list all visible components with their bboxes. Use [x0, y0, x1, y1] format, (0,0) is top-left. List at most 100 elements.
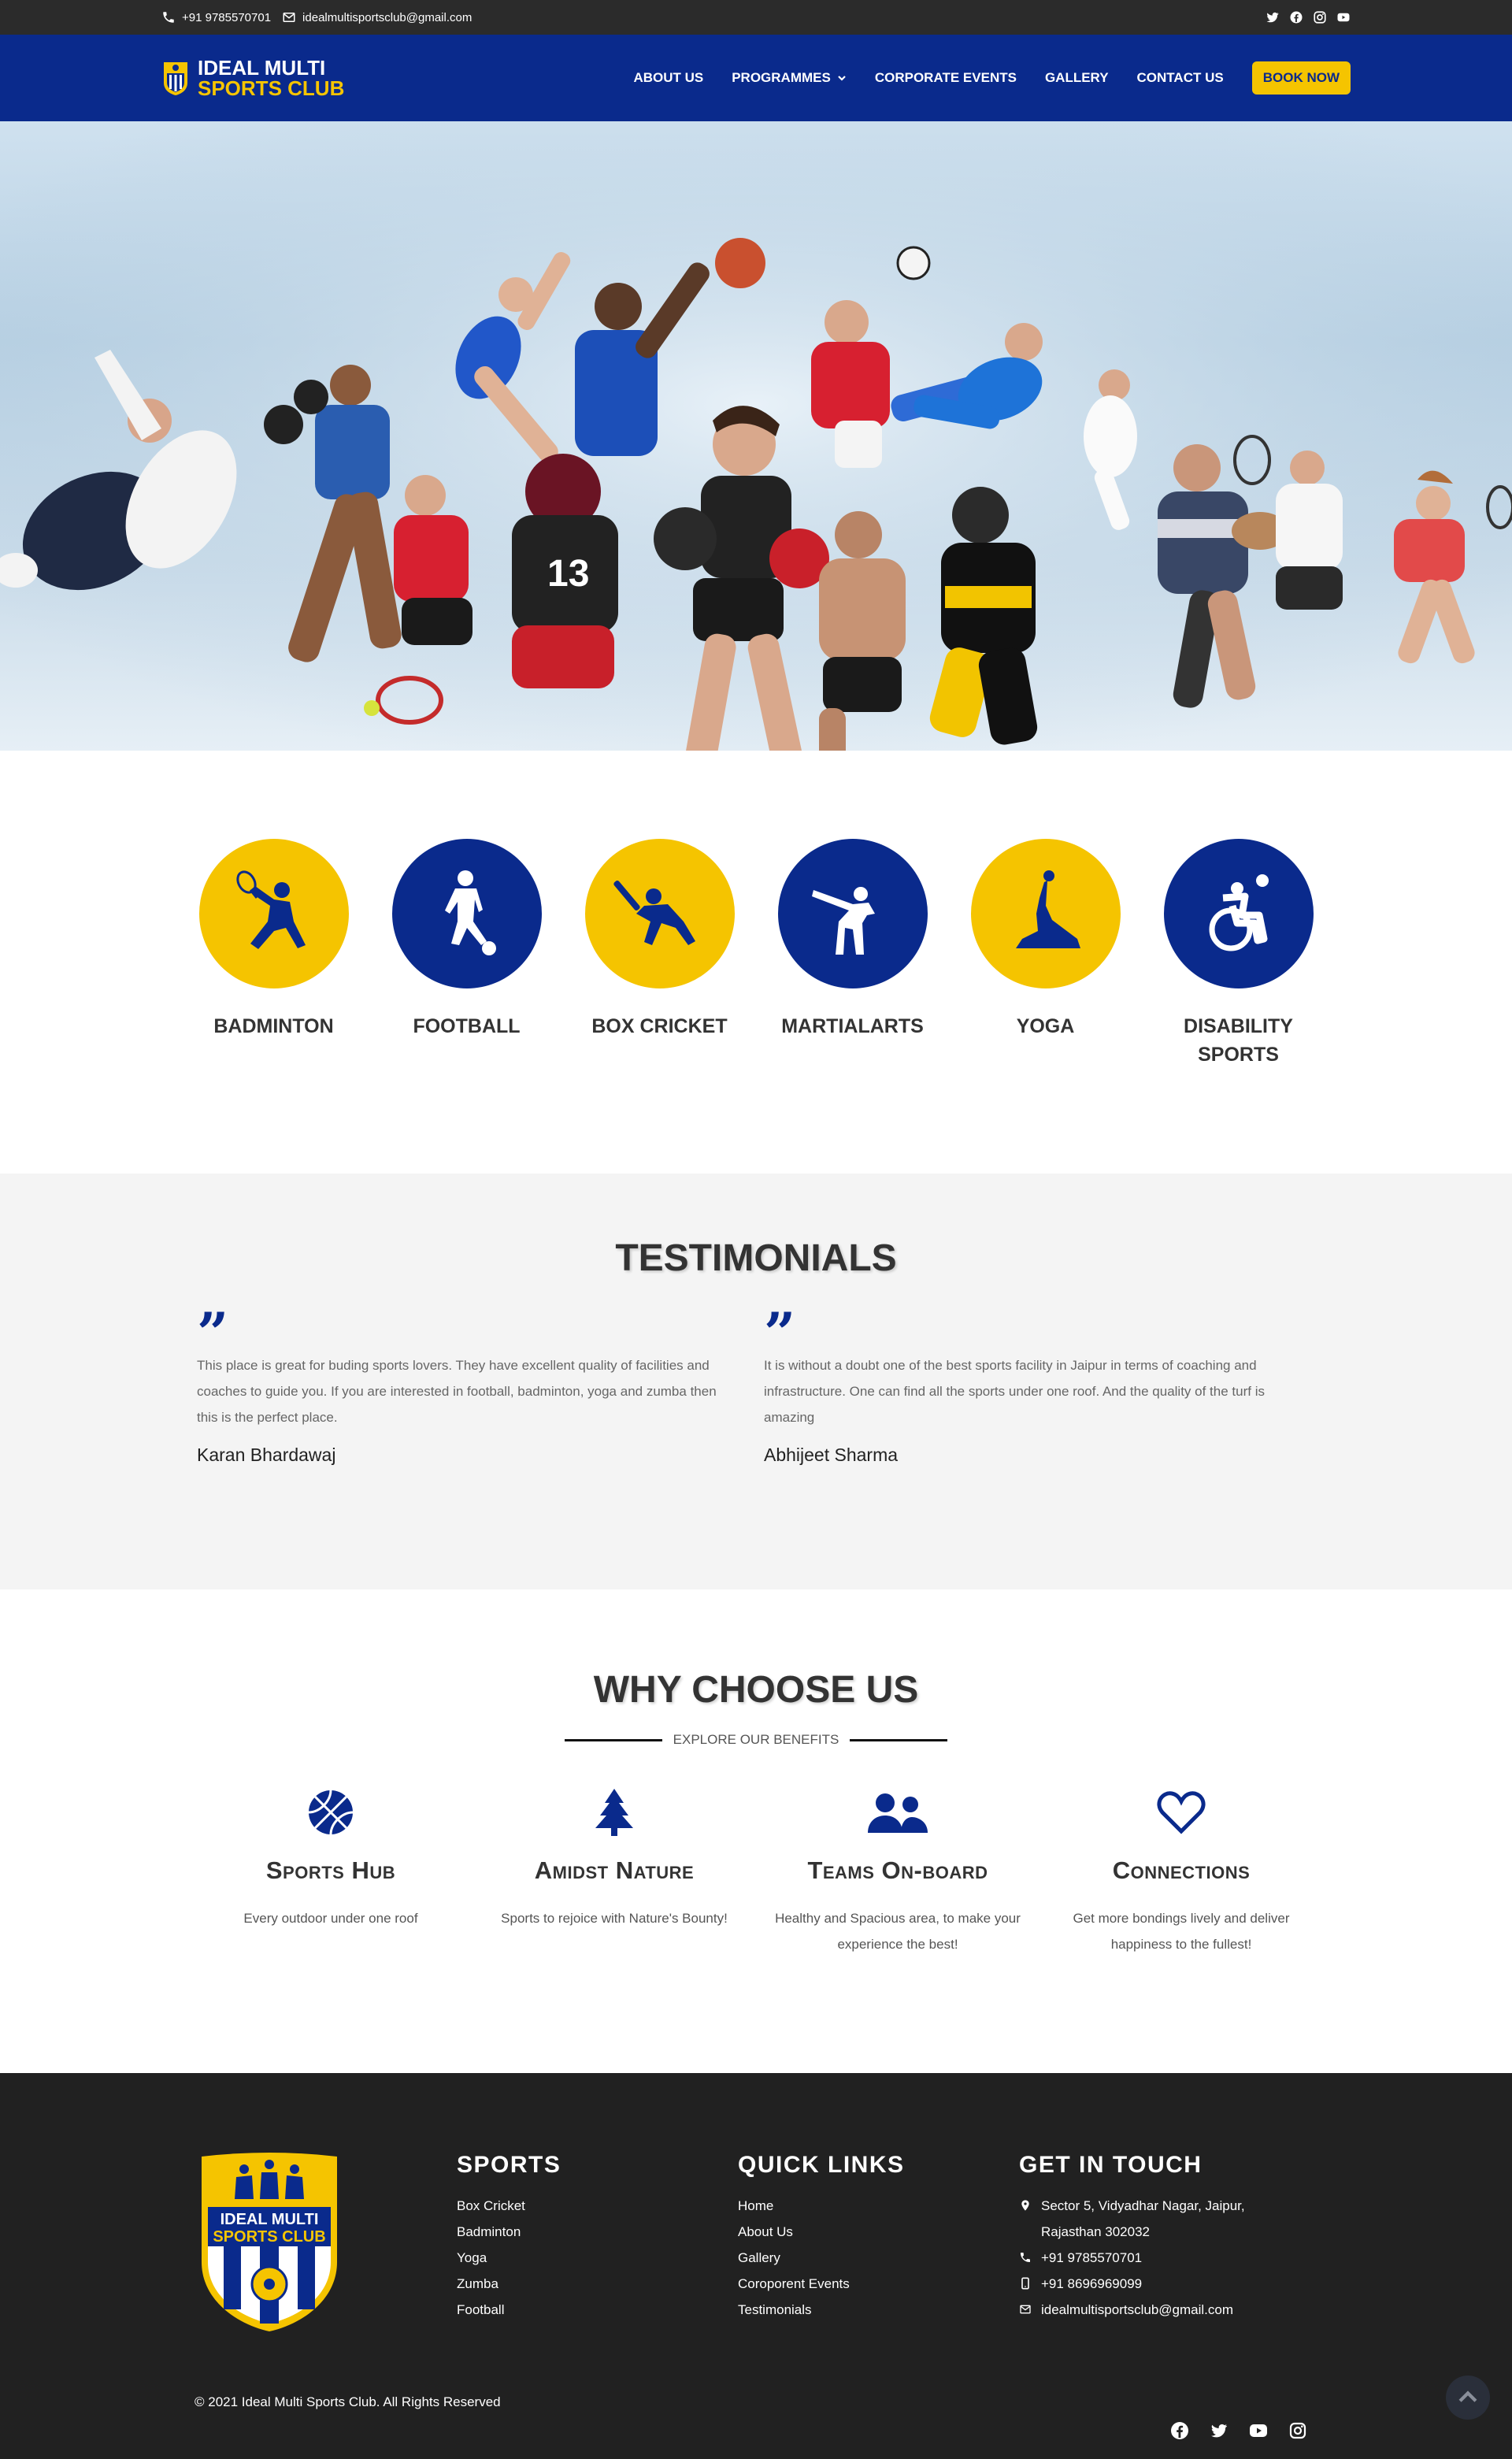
topbar-email[interactable]: idealmultisportsclub@gmail.com — [282, 10, 472, 24]
footer-mobile[interactable]: +91 8696969099 — [1019, 2271, 1300, 2297]
chevron-up-icon — [1458, 2390, 1477, 2402]
sport-yoga[interactable]: YOGA — [967, 839, 1125, 1069]
youtube-icon[interactable] — [1249, 2421, 1268, 2440]
feature-connections: Connections Get more bondings lively and… — [1051, 1787, 1311, 1957]
copyright: © 2021 Ideal Multi Sports Club. All Righ… — [195, 2394, 501, 2409]
address-line2: Rajasthan 302032 — [1041, 2224, 1151, 2239]
topbar-email-text: idealmultisportsclub@gmail.com — [302, 10, 472, 24]
footer-link[interactable]: Home — [738, 2193, 1019, 2219]
quote-icon: ” — [764, 1300, 796, 1366]
site-footer: IDEAL MULTI SPORTS CLUB SPORTS Box Crick… — [0, 2073, 1512, 2459]
sport-label: BOX CRICKET — [591, 1015, 728, 1037]
sport-box-cricket[interactable]: BOX CRICKET — [581, 839, 739, 1069]
feature-text: Healthy and Spacious area, to make your … — [775, 1911, 1021, 1952]
footer-mobile-text: +91 8696969099 — [1041, 2276, 1143, 2291]
footer-bottom: © 2021 Ideal Multi Sports Club. All Righ… — [0, 2388, 1512, 2459]
footer-email-text: idealmultisportsclub@gmail.com — [1041, 2302, 1234, 2317]
testimonials-title: TESTIMONIALS — [615, 1237, 897, 1279]
martial-arts-icon — [811, 887, 875, 955]
why-title: WHY CHOOSE US — [593, 1669, 919, 1711]
footer-link[interactable]: Football — [457, 2297, 738, 2323]
footer-link[interactable]: Zumba — [457, 2271, 738, 2297]
tree-icon — [589, 1787, 639, 1838]
testimonial-card: ” This place is great for buding sports … — [197, 1302, 732, 1466]
why-subtitle: EXPLORE OUR BENEFITS — [0, 1732, 1512, 1748]
sport-football[interactable]: FOOTBALL — [388, 839, 546, 1069]
youtube-icon[interactable] — [1336, 10, 1351, 24]
footer-email[interactable]: idealmultisportsclub@gmail.com — [1019, 2297, 1300, 2323]
footer-link[interactable]: About Us — [738, 2219, 1019, 2245]
yoga-icon — [1015, 870, 1080, 948]
feature-text: Sports to rejoice with Nature's Bounty! — [501, 1911, 728, 1926]
topbar-phone[interactable]: +91 9785570701 — [161, 10, 271, 24]
nav-gallery[interactable]: GALLERY — [1045, 70, 1109, 86]
logo-line1: IDEAL MULTI — [198, 56, 326, 80]
footer-link[interactable]: Badminton — [457, 2219, 738, 2245]
instagram-icon[interactable] — [1313, 10, 1327, 24]
sport-label: YOGA — [1016, 1015, 1075, 1037]
feature-title: Sports Hub — [265, 1856, 396, 1884]
topbar-contact: +91 9785570701 idealmultisportsclub@gmai… — [161, 10, 472, 24]
testimonial-text: It is without a doubt one of the best sp… — [764, 1358, 1265, 1425]
sport-circle — [1163, 839, 1314, 988]
footer-sports: SPORTS Box Cricket Badminton Yoga Zumba … — [457, 2152, 738, 2338]
why-choose-us-section: WHY CHOOSE US EXPLORE OUR BENEFITS Sport… — [0, 1589, 1512, 2073]
topbar-social — [1266, 10, 1351, 24]
footer-crest[interactable]: IDEAL MULTI SPORTS CLUB — [197, 2152, 457, 2338]
divider — [564, 1738, 662, 1741]
nav-corporate-events[interactable]: CORPORATE EVENTS — [875, 70, 1017, 86]
top-bar: +91 9785570701 idealmultisportsclub@gmai… — [0, 0, 1512, 35]
footer-quick-links: QUICK LINKS Home About Us Gallery Coropo… — [738, 2152, 1019, 2338]
map-marker-icon — [1019, 2199, 1032, 2212]
sport-label: BADMINTON — [213, 1015, 334, 1037]
twitter-icon[interactable] — [1210, 2421, 1228, 2440]
footer-link[interactable]: Gallery — [738, 2245, 1019, 2271]
testimonial-card: ” It is without a doubt one of the best … — [764, 1302, 1299, 1466]
sport-label: FOOTBALL — [413, 1015, 521, 1037]
why-subtitle-text: EXPLORE OUR BENEFITS — [673, 1732, 839, 1747]
nav-about[interactable]: ABOUT US — [633, 70, 703, 86]
footer-touch-title: GET IN TOUCH — [1019, 2152, 1203, 2178]
sport-circle — [198, 839, 349, 988]
mobile-icon — [1019, 2277, 1032, 2290]
sport-circle — [391, 839, 542, 988]
feature-amidst-nature: Amidst Nature Sports to rejoice with Nat… — [484, 1787, 744, 1957]
main-header: IDEAL MULTI SPORTS CLUB ABOUT US PROGRAM… — [0, 35, 1512, 121]
footer-link[interactable]: Box Cricket — [457, 2193, 738, 2219]
logo-line2: SPORTS CLUB — [198, 76, 345, 100]
wheelchair-icon — [1209, 874, 1269, 951]
footer-link[interactable]: Testimonials — [738, 2297, 1019, 2323]
sport-martial-arts[interactable]: MARTIALARTS — [774, 839, 932, 1069]
testimonial-text: This place is great for buding sports lo… — [197, 1358, 717, 1425]
football-icon — [444, 870, 496, 955]
footer-address: Sector 5, Vidyadhar Nagar, Jaipur, Rajast… — [1019, 2193, 1300, 2245]
facebook-icon[interactable] — [1170, 2421, 1189, 2440]
twitter-icon[interactable] — [1266, 10, 1280, 24]
instagram-icon[interactable] — [1288, 2421, 1307, 2440]
nav-programmes[interactable]: PROGRAMMES — [732, 70, 847, 86]
crest-text-2: SPORTS CLUB — [213, 2228, 325, 2246]
feature-text: Get more bondings lively and deliver hap… — [1073, 1911, 1290, 1952]
sport-badminton[interactable]: BADMINTON — [195, 839, 353, 1069]
footer-social — [1170, 2421, 1307, 2440]
footer-sports-title: SPORTS — [457, 2152, 561, 2178]
footer-link[interactable]: Coroporent Events — [738, 2271, 1019, 2297]
book-now-button[interactable]: BOOK NOW — [1251, 61, 1351, 95]
chevron-down-icon — [838, 76, 846, 81]
footer-link[interactable]: Yoga — [457, 2245, 738, 2271]
scroll-to-top-button[interactable] — [1446, 2376, 1490, 2420]
main-nav: ABOUT US PROGRAMMES CORPORATE EVENTS GAL… — [633, 61, 1351, 95]
nav-contact[interactable]: CONTACT US — [1137, 70, 1224, 86]
svg-text:13: 13 — [547, 553, 589, 595]
badminton-icon — [235, 870, 306, 949]
feature-text: Every outdoor under one roof — [243, 1911, 418, 1926]
sport-circle — [777, 839, 928, 988]
quote-icon: ” — [197, 1300, 229, 1366]
feature-teams-onboard: Teams On-board Healthy and Spacious area… — [768, 1787, 1028, 1957]
sport-disability[interactable]: DISABILITY SPORTS — [1160, 839, 1317, 1069]
testimonial-author: Abhijeet Sharma — [764, 1445, 899, 1465]
facebook-icon[interactable] — [1289, 10, 1303, 24]
footer-phone[interactable]: +91 9785570701 — [1019, 2245, 1300, 2271]
site-logo[interactable]: IDEAL MULTI SPORTS CLUB — [161, 57, 344, 98]
address-line1: Sector 5, Vidyadhar Nagar, Jaipur, — [1041, 2198, 1245, 2213]
